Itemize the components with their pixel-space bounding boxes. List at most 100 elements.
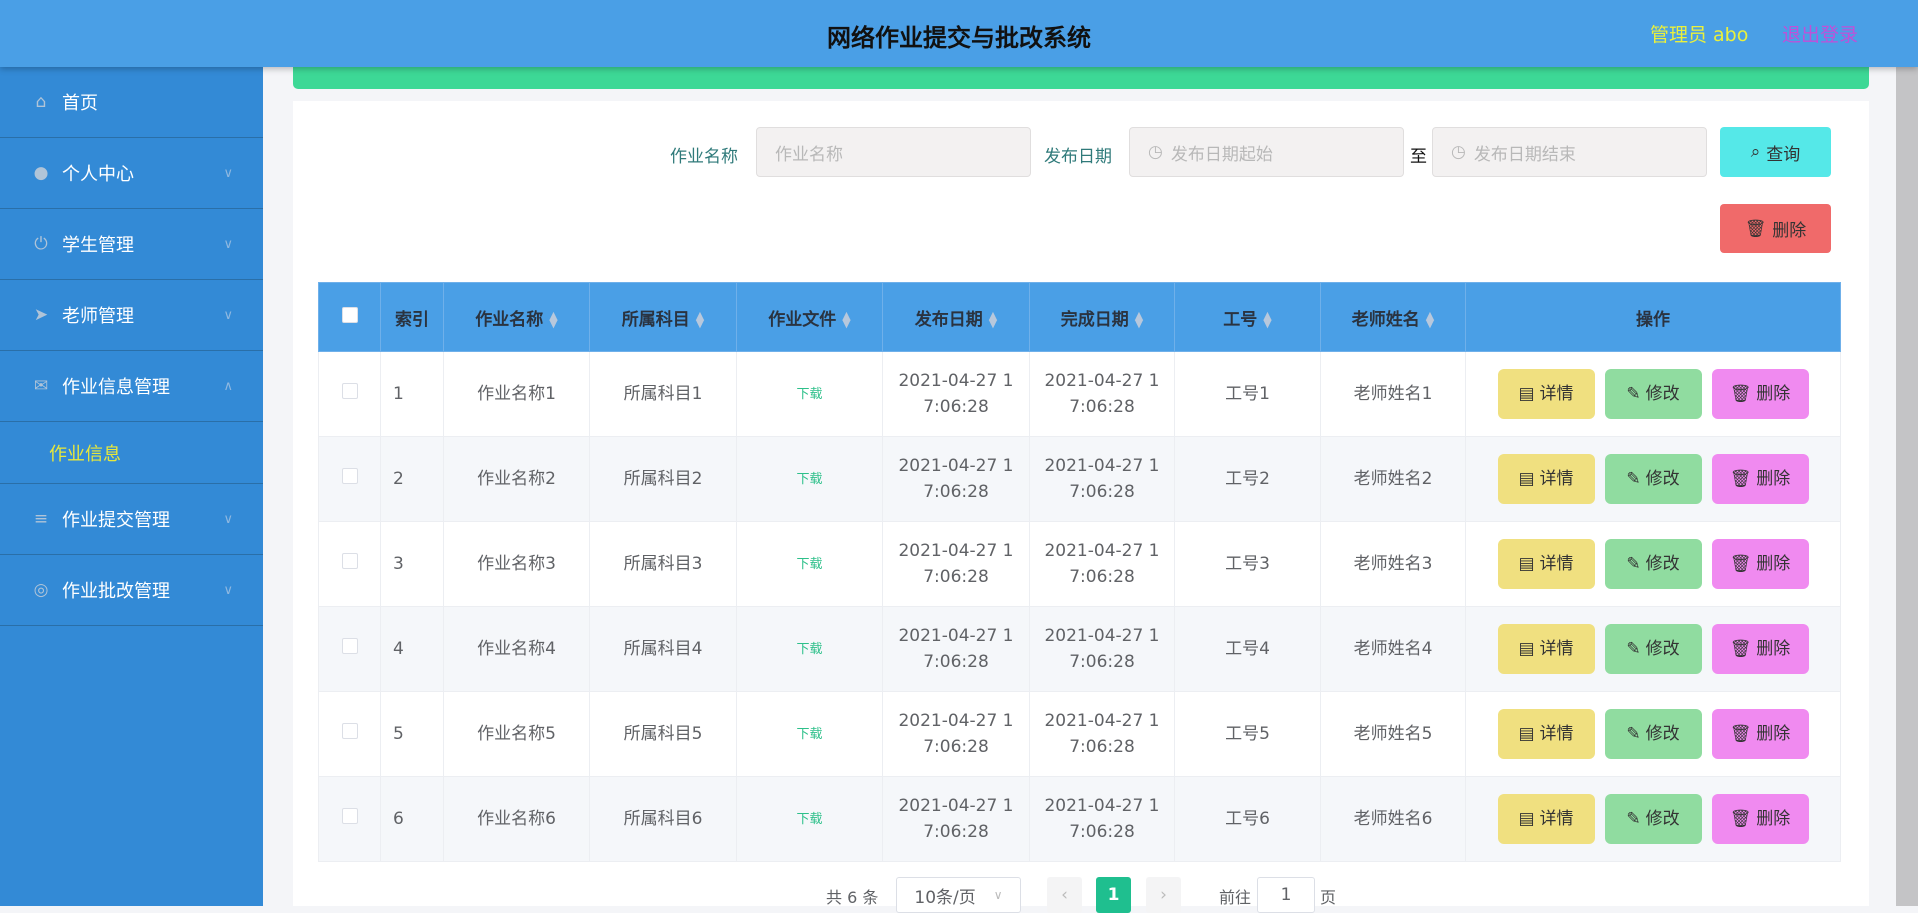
delete-label: 删除 xyxy=(1756,809,1791,829)
download-link[interactable]: 下载 xyxy=(796,472,822,487)
page-size-select[interactable]: 10条/页 ∨ xyxy=(896,877,1021,913)
sidebar-item[interactable]: ◎ 作业批改管理 ∨ xyxy=(0,555,263,626)
column-header[interactable]: 发布日期 ▲ ▼ xyxy=(882,282,1030,352)
breadcrumb-bar xyxy=(293,67,1869,89)
column-header[interactable]: 作业文件 ▲ ▼ xyxy=(736,282,883,352)
row-checkbox[interactable] xyxy=(341,383,358,399)
page-1-button[interactable]: 1 xyxy=(1096,877,1131,913)
detail-button[interactable]: ▤ 详情 xyxy=(1497,709,1595,759)
delete-button[interactable]: 🗑 删除 xyxy=(1711,709,1809,759)
download-link[interactable]: 下载 xyxy=(796,557,822,572)
sort-icon[interactable]: ▲ ▼ xyxy=(1135,310,1143,329)
sort-icon[interactable]: ▲ ▼ xyxy=(1263,310,1271,329)
edit-button[interactable]: ✎ 修改 xyxy=(1604,624,1702,674)
column-header[interactable]: 完成日期 ▲ ▼ xyxy=(1029,282,1175,352)
goto-page-input[interactable]: 1 xyxy=(1257,877,1315,913)
index-cell: 2 xyxy=(380,436,444,522)
detail-button[interactable]: ▤ 详情 xyxy=(1497,794,1595,844)
name-cell: 作业名称2 xyxy=(443,436,590,522)
delete-button[interactable]: 🗑 删除 xyxy=(1711,454,1809,504)
download-link[interactable]: 下载 xyxy=(796,727,822,742)
column-header[interactable]: 老师姓名 ▲ ▼ xyxy=(1320,282,1466,352)
logout-link[interactable]: 退出登录 xyxy=(1782,20,1858,47)
document-icon: ▤ xyxy=(1518,639,1535,659)
sidebar-item-label: 个人中心 xyxy=(62,164,134,185)
end-placeholder: 发布日期结束 xyxy=(1473,144,1576,165)
header-label: 发布日期 xyxy=(914,309,983,330)
row-checkbox[interactable] xyxy=(341,468,358,484)
query-label: 查询 xyxy=(1766,144,1801,165)
delete-button[interactable]: 🗑 删除 xyxy=(1711,539,1809,589)
next-page-button[interactable]: › xyxy=(1146,877,1181,913)
file-cell: 下载 xyxy=(736,521,883,607)
detail-button[interactable]: ▤ 详情 xyxy=(1497,369,1595,419)
sidebar-item-label: 作业信息管理 xyxy=(62,377,170,398)
sort-icon[interactable]: ▲ ▼ xyxy=(696,310,704,329)
detail-button[interactable]: ▤ 详情 xyxy=(1497,454,1595,504)
row-checkbox[interactable] xyxy=(341,808,358,824)
file-cell: 下载 xyxy=(736,436,883,522)
sort-icon[interactable]: ▲ ▼ xyxy=(549,310,557,329)
trash-icon: 🗑 xyxy=(1729,554,1752,574)
detail-button[interactable]: ▤ 详情 xyxy=(1497,624,1595,674)
edit-label: 修改 xyxy=(1645,809,1680,829)
staff-id-cell: 工号2 xyxy=(1174,436,1321,522)
finish-date-cell: 2021-04-27 17:06:28 xyxy=(1029,521,1175,607)
row-checkbox[interactable] xyxy=(341,723,358,739)
end-date-input[interactable]: ◷ 发布日期结束 xyxy=(1432,127,1707,177)
edit-button[interactable]: ✎ 修改 xyxy=(1604,369,1702,419)
sidebar-item[interactable]: ➤ 老师管理 ∨ xyxy=(0,280,263,351)
sidebar-item[interactable]: ⏻ 学生管理 ∨ xyxy=(0,209,263,280)
column-header[interactable]: 所属科目 ▲ ▼ xyxy=(589,282,737,352)
send-icon: ➤ xyxy=(33,305,49,325)
row-select-cell xyxy=(318,436,381,522)
column-header[interactable]: 作业名称 ▲ ▼ xyxy=(443,282,590,352)
trash-icon: 🗑 xyxy=(1744,218,1767,239)
sidebar-item[interactable]: ⌂ 首页 xyxy=(0,67,263,138)
edit-button[interactable]: ✎ 修改 xyxy=(1604,709,1702,759)
delete-label: 删除 xyxy=(1756,469,1791,489)
row-select-cell xyxy=(318,606,381,692)
search-icon: ⌕ xyxy=(1750,142,1761,162)
sidebar-item-label: 首页 xyxy=(62,93,98,114)
delete-button[interactable]: 🗑 删除 xyxy=(1711,369,1809,419)
chevron-icon: ∨ xyxy=(223,511,233,527)
edit-icon: ✎ xyxy=(1626,639,1641,659)
row-checkbox[interactable] xyxy=(341,553,358,569)
query-button[interactable]: ⌕ 查询 xyxy=(1720,127,1831,177)
sort-icon[interactable]: ▲ ▼ xyxy=(989,310,997,329)
sidebar-subitem-homework-info[interactable]: 作业信息 xyxy=(0,422,263,484)
delete-button[interactable]: 🗑 删除 xyxy=(1711,624,1809,674)
sidebar-item[interactable]: ≡ 作业提交管理 ∨ xyxy=(0,484,263,555)
row-checkbox[interactable] xyxy=(341,638,358,654)
delete-label: 删除 xyxy=(1756,724,1791,744)
staff-id-cell: 工号1 xyxy=(1174,351,1321,437)
start-date-input[interactable]: ◷ 发布日期起始 xyxy=(1129,127,1404,177)
user-icon: ● xyxy=(33,163,49,183)
prev-page-button[interactable]: ‹ xyxy=(1047,877,1082,913)
detail-button[interactable]: ▤ 详情 xyxy=(1497,539,1595,589)
delete-label: 删除 xyxy=(1772,221,1807,241)
name-input[interactable]: 作业名称 xyxy=(756,127,1031,177)
download-link[interactable]: 下载 xyxy=(796,642,822,657)
edit-button[interactable]: ✎ 修改 xyxy=(1604,794,1702,844)
download-link[interactable]: 下载 xyxy=(796,387,822,402)
sort-icon[interactable]: ▲ ▼ xyxy=(842,310,850,329)
select-all-checkbox[interactable] xyxy=(341,306,358,323)
sort-icon[interactable]: ▲ ▼ xyxy=(1426,310,1434,329)
edit-button[interactable]: ✎ 修改 xyxy=(1604,454,1702,504)
document-icon: ▤ xyxy=(1518,724,1535,744)
scrollbar[interactable] xyxy=(1896,67,1918,906)
detail-label: 详情 xyxy=(1539,554,1574,574)
sidebar-item[interactable]: ● 个人中心 ∨ xyxy=(0,138,263,209)
edit-button[interactable]: ✎ 修改 xyxy=(1604,539,1702,589)
publish-date-cell: 2021-04-27 17:06:28 xyxy=(882,521,1030,607)
delete-button[interactable]: 🗑 删除 xyxy=(1711,794,1809,844)
publish-date-cell: 2021-04-27 17:06:28 xyxy=(882,776,1030,862)
download-link[interactable]: 下载 xyxy=(796,812,822,827)
clock-icon: ◷ xyxy=(1451,142,1466,162)
column-header[interactable]: 工号 ▲ ▼ xyxy=(1174,282,1321,352)
batch-delete-button[interactable]: 🗑 删除 xyxy=(1720,204,1831,253)
detail-label: 详情 xyxy=(1539,724,1574,744)
sidebar-item[interactable]: ✉ 作业信息管理 ∧ xyxy=(0,351,263,422)
